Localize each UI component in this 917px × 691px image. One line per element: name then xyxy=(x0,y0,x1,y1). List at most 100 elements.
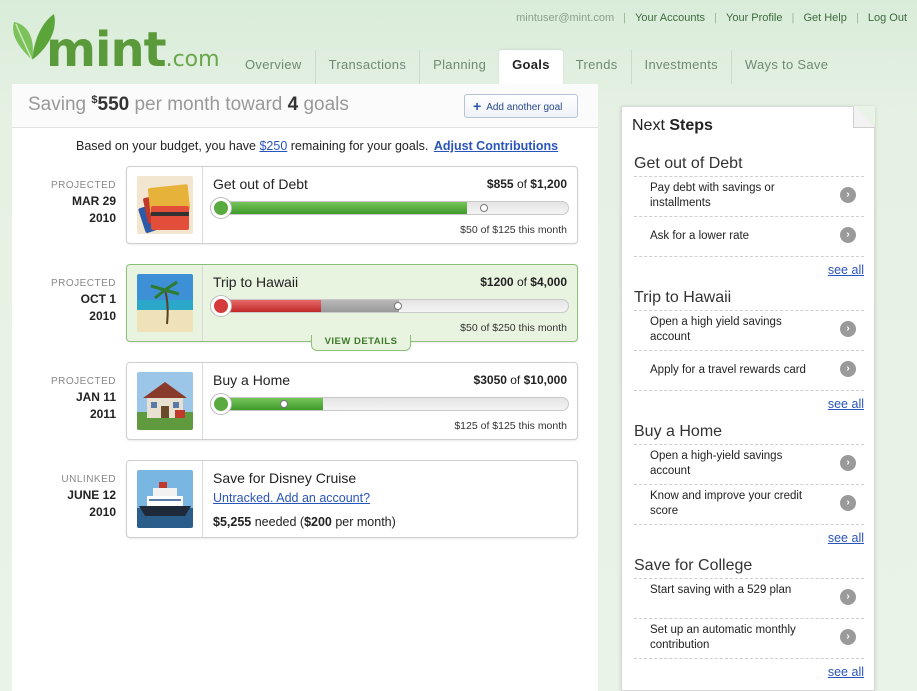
steps-section: Save for College Start saving with a 529… xyxy=(634,553,864,685)
per-month-text: per month) xyxy=(331,515,396,529)
arrow-circle-icon: › xyxy=(840,629,856,645)
page-curl-decoration xyxy=(853,106,875,128)
mint-logo[interactable]: mint.com xyxy=(6,6,220,80)
arrow-circle-icon: › xyxy=(840,589,856,605)
of-label: of xyxy=(477,224,493,236)
monthly-target: $125 xyxy=(492,420,516,432)
goal-target: $1,200 xyxy=(530,177,567,191)
step-label: Open a high-yield savings account xyxy=(650,450,783,477)
goal-thumbnail-frame xyxy=(127,363,203,439)
section-title: Get out of Debt xyxy=(634,151,864,177)
beach-image xyxy=(137,274,193,332)
add-account-link[interactable]: Untracked. Add an account? xyxy=(213,491,370,505)
progress-track xyxy=(213,397,569,411)
see-all-link[interactable]: see all xyxy=(634,525,864,551)
step-item[interactable]: Start saving with a 529 plan › xyxy=(634,579,864,619)
arrow-circle-icon: › xyxy=(840,495,856,511)
step-label: Set up an automatic monthly contribution xyxy=(650,624,796,651)
progress-fill xyxy=(214,202,467,214)
projected-date: PROJECTED OCT 1 2010 xyxy=(12,278,116,323)
step-item[interactable]: Set up an automatic monthly contribution… xyxy=(634,619,864,659)
log-out-link[interactable]: Log Out xyxy=(868,12,907,24)
goal-saved: $3050 xyxy=(473,373,507,387)
progress-start-knob xyxy=(211,394,231,414)
step-item[interactable]: Apply for a travel rewards card › xyxy=(634,351,864,391)
step-label: Pay debt with savings or installments xyxy=(650,182,775,209)
arrow-circle-icon: › xyxy=(840,187,856,203)
goal-year: 2010 xyxy=(89,211,116,225)
monthly-saved: $50 xyxy=(460,224,478,236)
section-title: Buy a Home xyxy=(634,419,864,445)
monthly-status: $50 of $125 this month xyxy=(460,224,567,236)
get-help-link[interactable]: Get Help xyxy=(803,12,846,24)
projected-date: UNLINKED JUNE 12 2010 xyxy=(12,474,116,519)
progress-track xyxy=(213,299,569,313)
credit-cards-image xyxy=(137,176,193,234)
goal-count: 4 xyxy=(287,94,299,115)
next-steps-title: Next Steps xyxy=(632,117,713,135)
step-item[interactable]: Open a high yield savings account › xyxy=(634,311,864,351)
monthly-target: $250 xyxy=(492,322,516,334)
step-label: Apply for a travel rewards card xyxy=(650,364,806,376)
see-all-link[interactable]: see all xyxy=(634,659,864,685)
tab-transactions[interactable]: Transactions xyxy=(314,50,420,84)
title-prefix: Next xyxy=(632,117,670,134)
progress-marker xyxy=(394,302,402,310)
monthly-target: $125 xyxy=(492,224,516,236)
goal-card[interactable]: Get out of Debt $855 of $1,200 $50 of $1… xyxy=(126,166,578,244)
tab-trends[interactable]: Trends xyxy=(563,50,631,84)
goal-title: Buy a Home xyxy=(213,372,291,388)
goal-card[interactable]: Save for Disney Cruise Untracked. Add an… xyxy=(126,460,578,538)
goals-panel: Saving $550 per month toward 4 goals + Ad… xyxy=(12,84,598,691)
progress-start-knob xyxy=(211,296,231,316)
goal-title: Save for Disney Cruise xyxy=(213,470,357,486)
goals-summary-bar: Saving $550 per month toward 4 goals + Ad… xyxy=(12,84,598,128)
arrow-circle-icon: › xyxy=(840,227,856,243)
add-goal-button[interactable]: + Add another goal xyxy=(464,94,578,118)
steps-section: Buy a Home Open a high-yield savings acc… xyxy=(634,419,864,551)
goal-target: $10,000 xyxy=(523,373,567,387)
logo-suffix: .com xyxy=(165,47,220,72)
tab-investments[interactable]: Investments xyxy=(630,50,731,84)
needed-text: needed ( xyxy=(251,515,305,529)
see-all-link[interactable]: see all xyxy=(634,257,864,283)
goal-status: UNLINKED xyxy=(61,474,116,485)
step-label: Know and improve your credit score xyxy=(650,490,803,517)
your-accounts-link[interactable]: Your Accounts xyxy=(635,12,705,24)
step-item[interactable]: Ask for a lower rate › xyxy=(634,217,864,257)
monthly-saved: $50 xyxy=(460,322,478,334)
monthly-suffix: this month xyxy=(515,322,567,334)
see-all-link[interactable]: see all xyxy=(634,391,864,417)
goal-title: Trip to Hawaii xyxy=(213,274,299,290)
add-goal-label: Add another goal xyxy=(486,102,563,113)
monthly-status: $125 of $125 this month xyxy=(454,420,567,432)
user-email: mintuser@mint.com xyxy=(516,12,615,24)
adjust-contributions-link[interactable]: Adjust Contributions xyxy=(434,139,558,153)
tab-planning[interactable]: Planning xyxy=(419,50,499,84)
tab-overview[interactable]: Overview xyxy=(232,50,315,84)
goal-date: MAR 29 xyxy=(71,194,116,208)
step-item[interactable]: Know and improve your credit score › xyxy=(634,485,864,525)
progress-start-knob xyxy=(211,198,231,218)
view-details-button[interactable]: VIEW DETAILS xyxy=(311,335,411,351)
goal-card[interactable]: Trip to Hawaii $1200 of $4,000 $50 of $2… xyxy=(126,264,578,351)
steps-section: Trip to Hawaii Open a high yield savings… xyxy=(634,285,864,417)
goal-status: PROJECTED xyxy=(50,278,116,289)
tab-ways-to-save[interactable]: Ways to Save xyxy=(730,50,841,84)
remaining-amount-link[interactable]: $250 xyxy=(259,139,287,153)
divider: | xyxy=(623,12,627,24)
logo-wordmark: mint.com xyxy=(46,26,220,74)
your-profile-link[interactable]: Your Profile xyxy=(726,12,782,24)
goal-card[interactable]: Buy a Home $3050 of $10,000 $125 of $125… xyxy=(126,362,578,440)
section-title: Save for College xyxy=(634,553,864,579)
tab-goals[interactable]: Goals xyxy=(499,50,563,84)
goal-year: 2011 xyxy=(89,407,116,421)
step-item[interactable]: Open a high-yield savings account › xyxy=(634,445,864,485)
projected-date: PROJECTED MAR 29 2010 xyxy=(12,180,116,225)
step-item[interactable]: Pay debt with savings or installments › xyxy=(634,177,864,217)
goal-amount: $3050 of $10,000 xyxy=(474,373,567,387)
logo-text: mint xyxy=(46,22,167,78)
goal-target: $4,000 xyxy=(530,275,567,289)
divider: | xyxy=(855,12,859,24)
goal-amount: $855 of $1,200 xyxy=(487,177,567,191)
